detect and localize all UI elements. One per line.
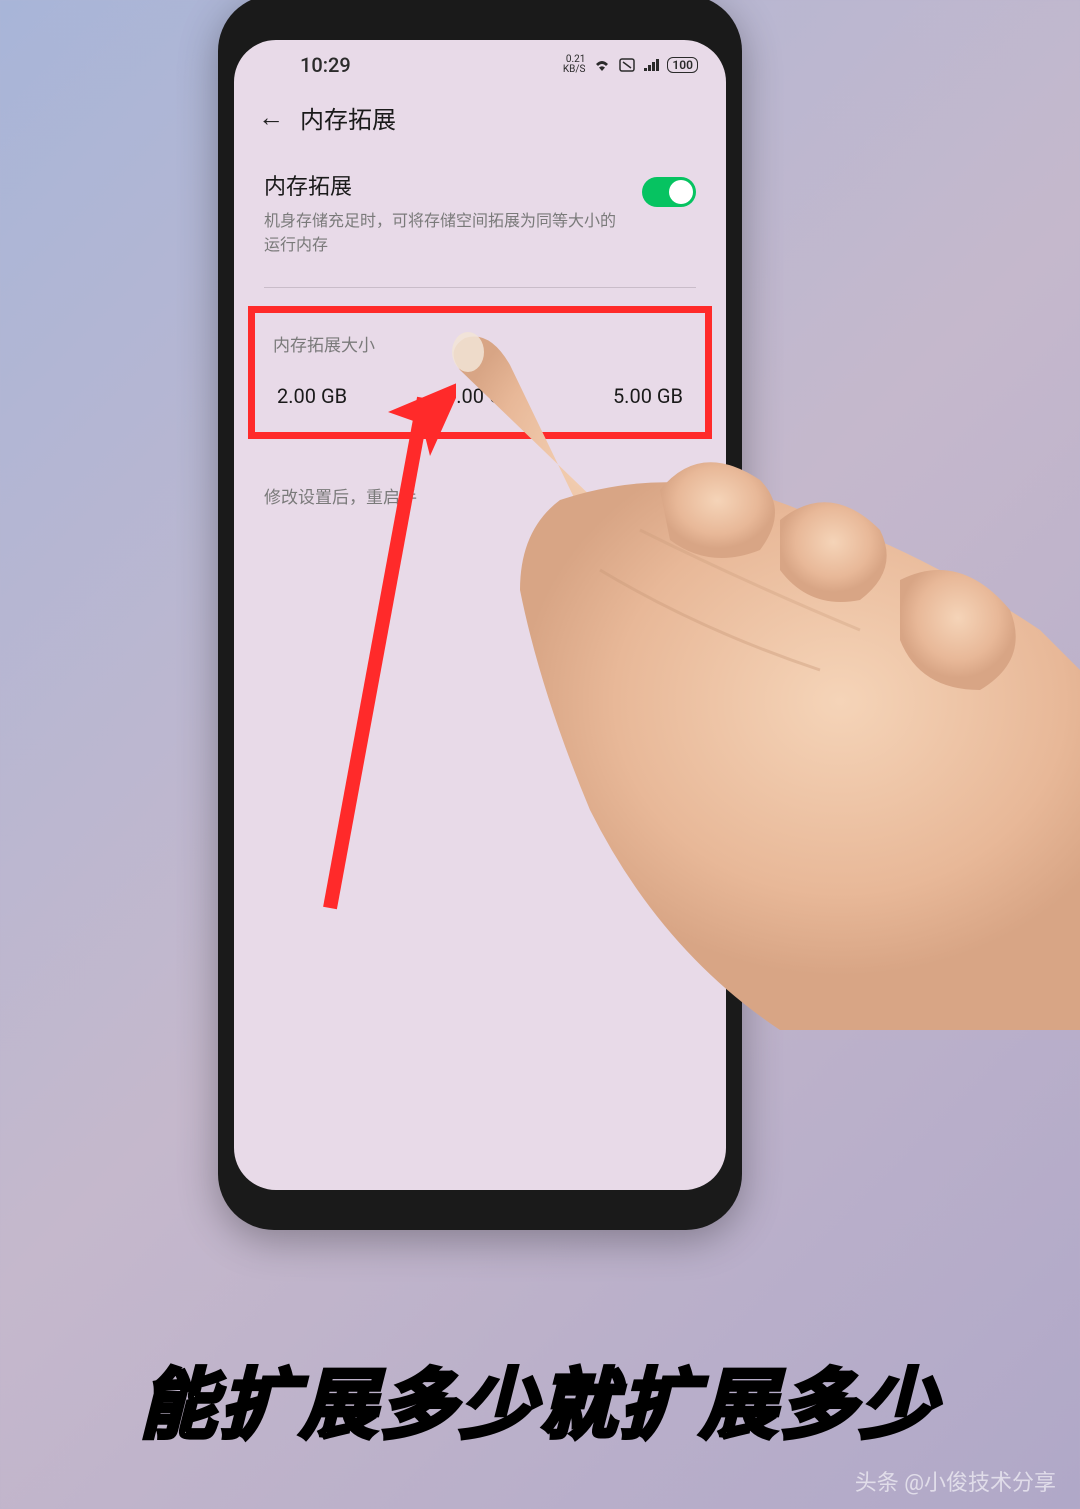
source-watermark: 头条 @小俊技术分享 [855, 1465, 1056, 1497]
setting-text-block: 内存拓展 机身存储充足时，可将存储空间拓展为同等大小的运行内存 [264, 169, 642, 257]
setting-title: 内存拓展 [264, 169, 622, 201]
toggle-knob [669, 180, 693, 204]
mute-icon [619, 58, 635, 72]
video-caption-overlay: 能扩展多少就扩展多少 [0, 1343, 1080, 1453]
setting-description: 机身存储充足时，可将存储空间拓展为同等大小的运行内存 [264, 209, 622, 257]
memory-extension-setting: 内存拓展 机身存储充足时，可将存储空间拓展为同等大小的运行内存 [234, 149, 726, 277]
size-option-5gb[interactable]: 5.00 GB [613, 384, 683, 408]
restart-hint-text: 修改设置后，重启手 [234, 439, 726, 508]
status-bar-right: 0.21 KB/S 100 [563, 55, 698, 75]
memory-extension-toggle[interactable] [642, 177, 696, 207]
size-option-3gb[interactable]: 3.00 GB [445, 384, 515, 408]
size-options-row: 2.00 GB 3.00 GB 5.00 GB [273, 384, 687, 408]
network-speed-indicator: 0.21 KB/S [563, 55, 586, 75]
memory-size-section-highlighted: 内存拓展大小 2.00 GB 3.00 GB 5.00 GB [248, 306, 712, 439]
size-option-2gb[interactable]: 2.00 GB [277, 384, 347, 408]
back-arrow-icon[interactable]: ← [258, 102, 284, 133]
phone-screen: 10:29 0.21 KB/S 100 ← 内存拓展 内存拓展 机身存 [234, 40, 726, 1190]
wifi-icon [593, 58, 611, 72]
caption-text: 能扩展多少就扩展多少 [140, 1360, 940, 1450]
page-title: 内存拓展 [300, 100, 396, 135]
status-bar: 10:29 0.21 KB/S 100 [234, 40, 726, 86]
status-time: 10:29 [300, 53, 351, 77]
signal-icon [643, 58, 659, 72]
section-divider [264, 287, 696, 288]
battery-indicator: 100 [667, 57, 698, 73]
speed-unit: KB/S [563, 65, 586, 75]
status-bar-left: 10:29 [286, 53, 351, 77]
size-section-label: 内存拓展大小 [273, 331, 687, 356]
page-header: ← 内存拓展 [234, 86, 726, 149]
